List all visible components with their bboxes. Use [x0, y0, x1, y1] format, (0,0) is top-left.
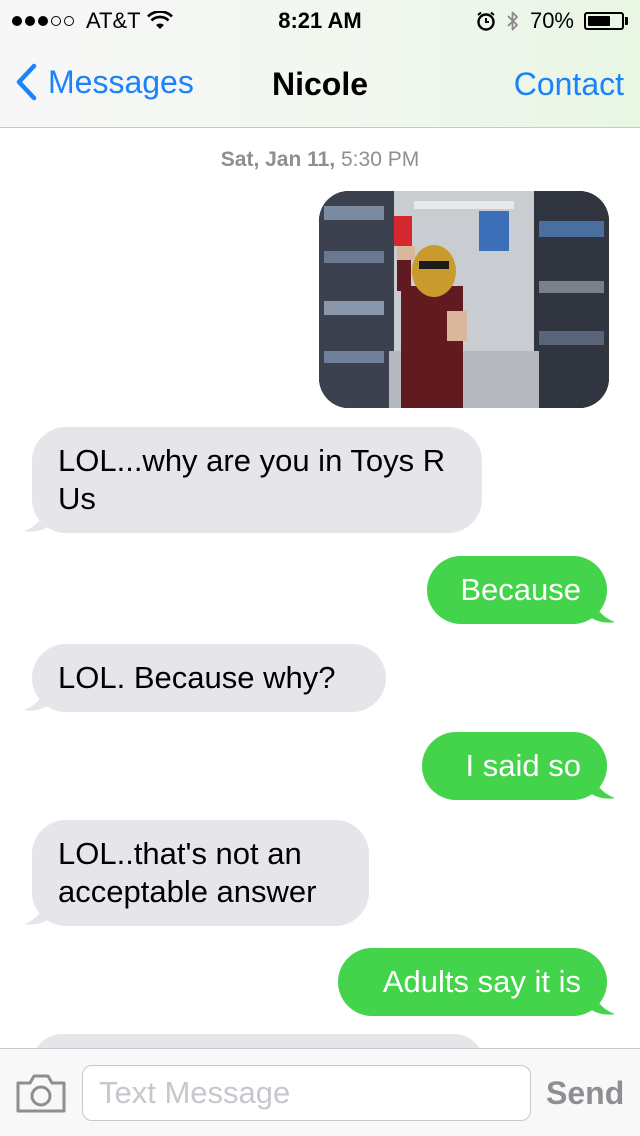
bubble-tail: [589, 770, 615, 799]
message-text: LOL..that's not an acceptable answer: [58, 836, 317, 909]
message-text: LOL...why are you in Toys R Us: [58, 443, 446, 516]
compose-bar: Send: [0, 1048, 640, 1136]
message-text: Because: [460, 572, 581, 607]
outgoing-message-bubble[interactable]: I said so: [422, 732, 615, 800]
bubble-tail: [24, 896, 50, 925]
message-text: LOL. Because why?: [58, 660, 336, 695]
bubble-tail: [24, 682, 50, 711]
contact-button[interactable]: Contact: [514, 66, 624, 103]
battery-icon: [584, 12, 628, 30]
send-button[interactable]: Send: [546, 1075, 624, 1112]
timestamp-time: 5:30 PM: [335, 148, 420, 171]
camera-icon: [16, 1074, 66, 1113]
timestamp-day: Sat, Jan 11,: [220, 148, 336, 171]
photo-attachment: [319, 191, 609, 408]
bubble-tail: [589, 986, 615, 1015]
battery-percent: 70%: [529, 8, 574, 33]
outgoing-photo-message[interactable]: [319, 191, 609, 408]
bluetooth-icon: [507, 11, 518, 31]
message-text: I said so: [465, 748, 581, 783]
conversation-timestamp: Sat, Jan 11, 5:30 PM: [0, 148, 640, 172]
outgoing-message-bubble[interactable]: Adults say it is: [338, 948, 615, 1016]
message-input[interactable]: [82, 1065, 531, 1121]
status-bar: AT&T 8:21 AM 70%: [0, 0, 640, 40]
bubble-tail: [24, 503, 50, 532]
message-list[interactable]: Sat, Jan 11, 5:30 PM LOL...why are you i…: [0, 128, 640, 1048]
incoming-message-bubble-partial[interactable]: [32, 1034, 484, 1048]
incoming-message-bubble[interactable]: LOL. Because why?: [24, 644, 386, 712]
status-right: 70%: [476, 8, 628, 34]
message-text: Adults say it is: [382, 964, 581, 999]
incoming-message-bubble[interactable]: LOL..that's not an acceptable answer: [24, 820, 369, 926]
incoming-message-bubble[interactable]: LOL...why are you in Toys R Us: [24, 427, 482, 533]
alarm-icon: [477, 11, 495, 31]
camera-button[interactable]: [14, 1071, 68, 1115]
outgoing-message-bubble[interactable]: Because: [427, 556, 615, 624]
bubble-tail: [589, 594, 615, 623]
navigation-bar: Messages Nicole Contact: [0, 40, 640, 128]
